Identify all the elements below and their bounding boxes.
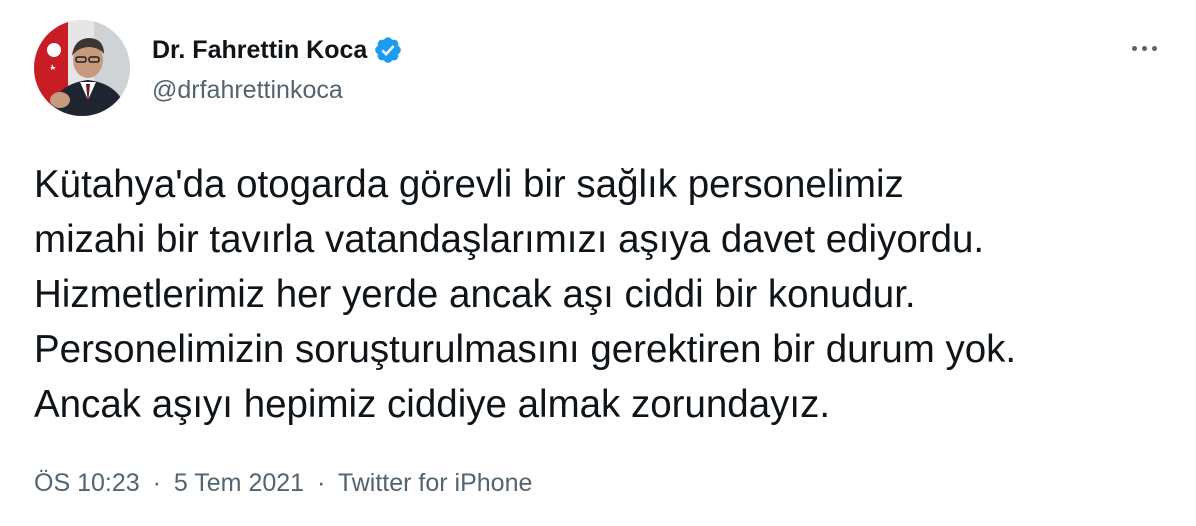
author-handle[interactable]: @drfahrettinkoca	[152, 74, 343, 106]
more-options-button[interactable]	[1122, 32, 1166, 64]
more-horizontal-icon	[1131, 45, 1137, 51]
tweet-date[interactable]: 5 Tem 2021	[174, 469, 304, 497]
meta-separator: ·	[152, 469, 161, 497]
tweet-meta: ÖS 10:23 · 5 Tem 2021 · Twitter for iPho…	[34, 466, 532, 500]
more-horizontal-icon	[1151, 45, 1157, 51]
more-horizontal-icon	[1141, 45, 1147, 51]
author-display-name[interactable]: Dr. Fahrettin Koca	[152, 34, 367, 66]
tweet-time[interactable]: ÖS 10:23	[34, 469, 140, 497]
meta-separator: ·	[317, 469, 326, 497]
tweet-card: Dr. Fahrettin Koca @drfahrettinkoca Küta…	[0, 0, 1196, 526]
profile-photo	[34, 20, 130, 116]
tweet-text: Kütahya'da otogarda görevli bir sağlık p…	[34, 163, 1017, 426]
verified-badge-icon	[373, 35, 403, 65]
avatar[interactable]	[34, 20, 130, 116]
tweet-source[interactable]: Twitter for iPhone	[338, 469, 533, 497]
author-name-row: Dr. Fahrettin Koca	[152, 34, 403, 66]
